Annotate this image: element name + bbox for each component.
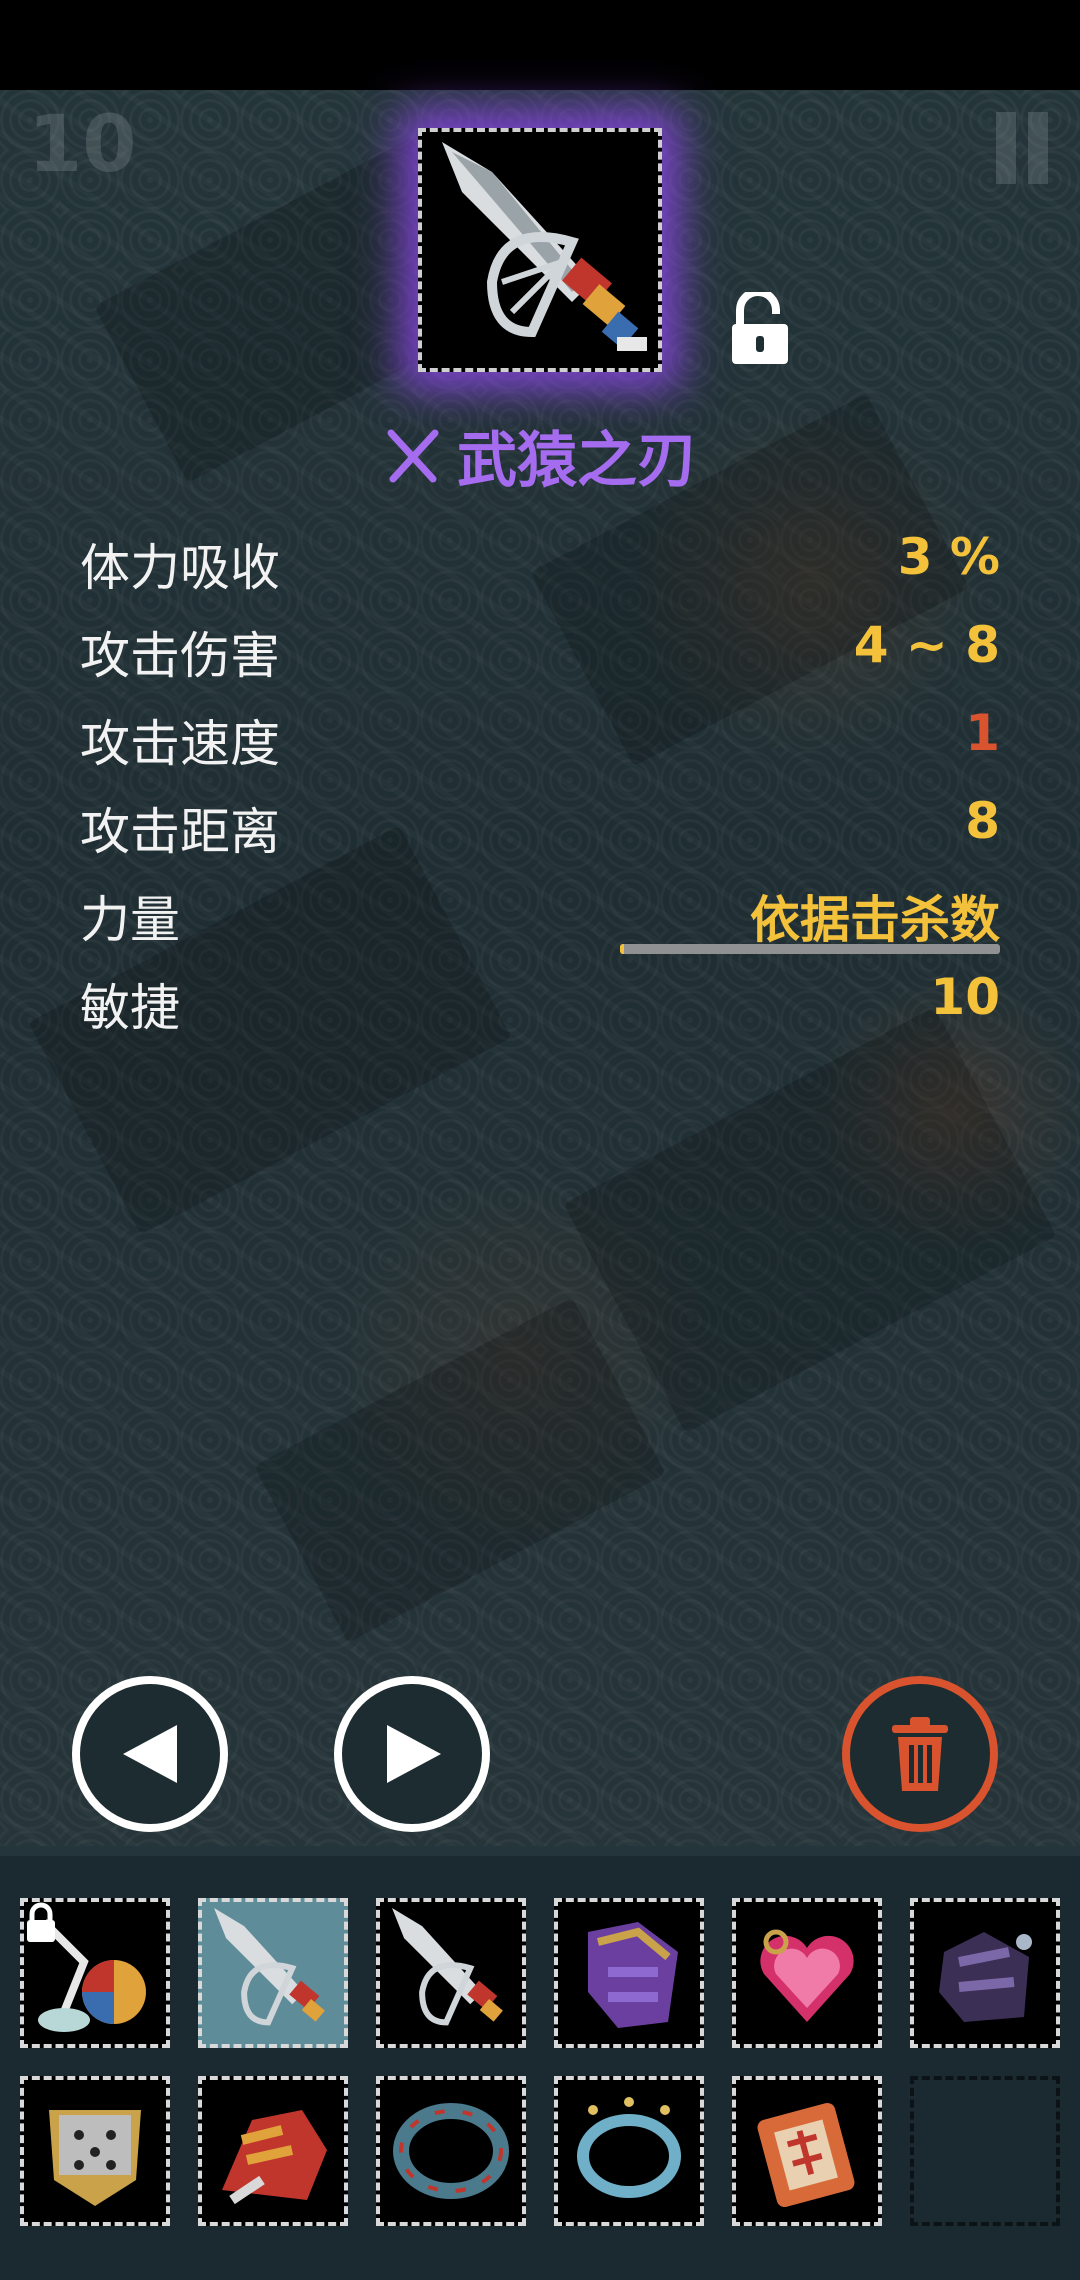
stat-row-attack-speed: 攻击速度 1 xyxy=(80,704,1000,784)
stat-value: 1 xyxy=(965,704,1000,762)
stat-label: 力量 xyxy=(80,891,180,949)
stat-row-attack-damage: 攻击伤害 4 ~ 8 xyxy=(80,616,1000,696)
next-arrow-icon xyxy=(387,1725,441,1783)
inventory-panel xyxy=(0,1846,1080,2280)
stat-value: 3 % xyxy=(897,528,1000,586)
previous-item-button[interactable] xyxy=(72,1676,228,1832)
trash-icon xyxy=(892,1717,948,1791)
strength-progress-fill xyxy=(620,944,624,954)
stone-mask-icon xyxy=(24,2080,166,2222)
inventory-slot[interactable] xyxy=(20,1898,170,2048)
dark-ring-icon xyxy=(380,2080,522,2222)
inventory-slot[interactable] xyxy=(20,2076,170,2226)
dark-gauntlet-icon xyxy=(914,1902,1056,2044)
stat-value: 8 xyxy=(965,792,1000,850)
fire-glove-icon xyxy=(202,2080,344,2222)
item-name: 武猿之刃 xyxy=(0,412,1080,499)
inventory-slot[interactable] xyxy=(376,2076,526,2226)
delete-item-button[interactable] xyxy=(842,1676,998,1832)
stat-row-attack-range: 攻击距离 8 xyxy=(80,792,1000,872)
inventory-slot-empty[interactable] xyxy=(910,2076,1060,2226)
crossed-swords-icon xyxy=(383,427,443,487)
previous-arrow-icon xyxy=(123,1725,177,1783)
stat-label: 攻击伤害 xyxy=(80,627,280,685)
stat-row-stamina-absorb: 体力吸收 3 % xyxy=(80,528,1000,608)
purple-armor-icon xyxy=(558,1902,700,2044)
axe-blade-icon xyxy=(214,1908,325,2026)
spiked-ring-icon xyxy=(558,2080,700,2222)
status-bar xyxy=(0,0,1080,90)
game-screen: 10 武猿之刃 体力吸收 3 % 攻击伤害 4 ~ 8 攻击速度 1 攻击距离 … xyxy=(0,0,1080,2280)
inventory-slot[interactable] xyxy=(732,2076,882,2226)
stat-label: 敏捷 xyxy=(80,979,180,1037)
stat-value: 依据击杀数 xyxy=(750,891,1000,949)
stat-label: 攻击距离 xyxy=(80,803,280,861)
strength-progress-bar xyxy=(620,944,1000,954)
item-name-text: 武猿之刃 xyxy=(457,426,697,496)
unlocked-padlock-icon[interactable] xyxy=(728,288,792,364)
next-item-button[interactable] xyxy=(334,1676,490,1832)
stat-label: 攻击速度 xyxy=(80,715,280,773)
stat-row-agility: 敏捷 10 xyxy=(80,968,1000,1048)
inventory-slot[interactable] xyxy=(376,1898,526,2048)
talisman-tag-icon xyxy=(736,2080,878,2222)
stat-label: 体力吸收 xyxy=(80,539,280,597)
inventory-slot[interactable] xyxy=(198,1898,348,2048)
item-icon-frame xyxy=(418,128,662,372)
pause-icon[interactable] xyxy=(992,112,1052,184)
inventory-slot[interactable] xyxy=(554,2076,704,2226)
padlock-icon xyxy=(27,1902,55,1942)
axe-blade-icon xyxy=(380,1902,522,2044)
wave-counter: 10 xyxy=(28,100,137,190)
inventory-slot[interactable] xyxy=(554,1898,704,2048)
stat-value: 4 ~ 8 xyxy=(853,616,1000,674)
heart-amulet-icon xyxy=(736,1902,878,2044)
inventory-slot[interactable] xyxy=(910,1898,1060,2048)
inventory-slot[interactable] xyxy=(732,1898,882,2048)
stat-value: 10 xyxy=(930,968,1000,1026)
axe-blade-icon xyxy=(422,132,658,368)
inventory-slot[interactable] xyxy=(198,2076,348,2226)
